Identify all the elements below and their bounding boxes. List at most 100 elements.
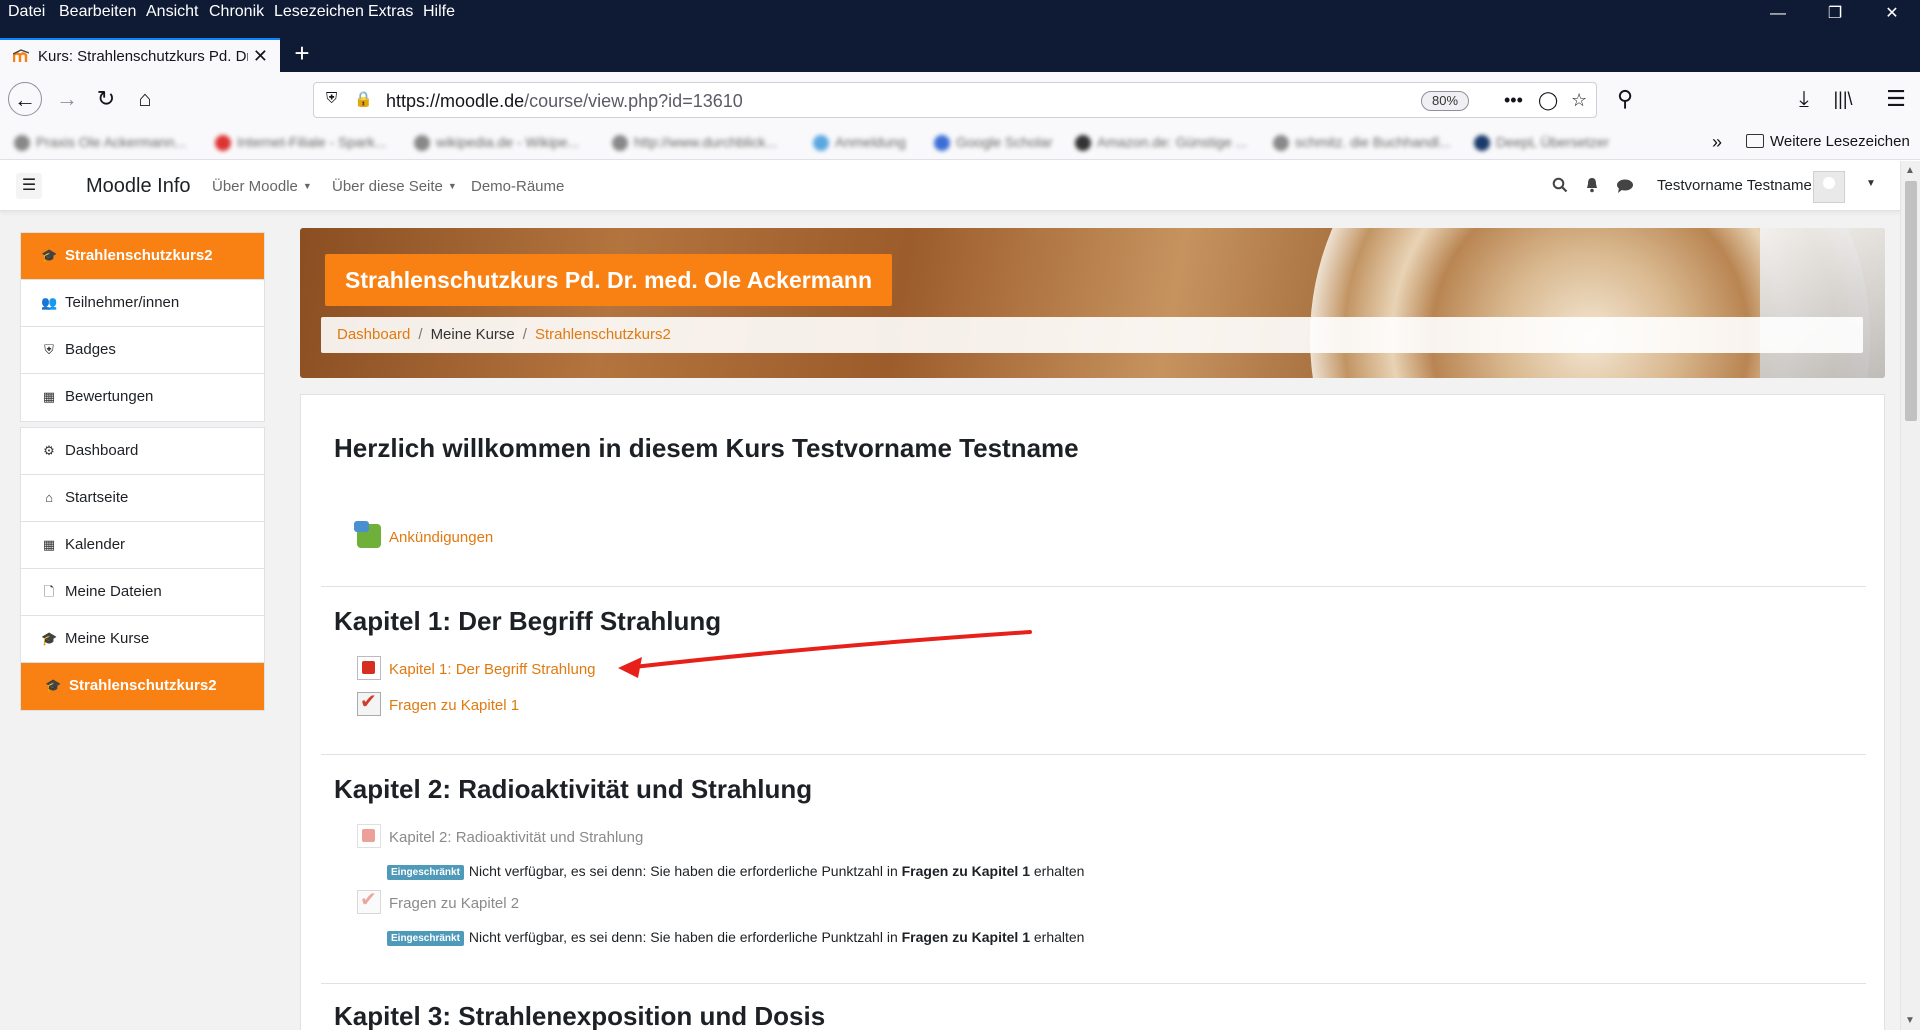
bookmark-item[interactable]: wikipedia.de - Wikipe... (414, 134, 579, 152)
bookmark-item[interactable]: Praxis Ole Ackermann... (14, 134, 186, 152)
bookmark-item[interactable]: Amazon.de: Günstige ... (1075, 134, 1247, 152)
tab-active[interactable]: Kurs: Strahlenschutzkurs Pd. Dr. med. Ol… (0, 38, 280, 72)
pdf-icon (357, 656, 381, 680)
breadcrumb: Dashboard / Meine Kurse / Strahlenschutzkurs… (321, 317, 1863, 353)
section-divider (321, 586, 1866, 587)
course-title: Strahlenschutzkurs Pd. Dr. med. Ole Acke… (325, 254, 893, 306)
search-icon[interactable]: ⚲ (1608, 82, 1642, 116)
folder-icon (1746, 134, 1764, 148)
site-name[interactable]: Moodle Info (86, 175, 191, 198)
home-icon: ⌂ (45, 490, 53, 505)
bookmark-item[interactable]: http://www.durchblick... (612, 134, 777, 152)
file-icon: 🗋 (43, 584, 55, 599)
zoom-level[interactable]: 80% (1421, 91, 1469, 111)
course-header: Strahlenschutzkurs Pd. Dr. med. Ole Acke… (300, 228, 1885, 378)
menu-ueber-diese-seite[interactable]: Über diese Seite ▼ (332, 178, 457, 195)
browser-tabbar: Kurs: Strahlenschutzkurs Pd. Dr. med. Ol… (0, 26, 1920, 72)
sidebar-item-participants[interactable]: 👥 Teilnehmer/innen (21, 280, 264, 327)
lock-icon[interactable]: 🔒 (354, 90, 373, 108)
quiz-checkmark-icon (357, 887, 381, 914)
section-title: Kapitel 3: Strahlenexposition und Dosis (334, 1001, 826, 1030)
app-menu-icon[interactable]: ☰ (1879, 82, 1913, 116)
shield-icon[interactable]: ⛨ (326, 90, 337, 107)
menu-bearbeiten[interactable]: Bearbeiten (59, 3, 136, 21)
sidebar-item-files[interactable]: 🗋 Meine Dateien (21, 569, 264, 616)
avatar[interactable] (1813, 171, 1845, 203)
scroll-down-icon[interactable]: ▼ (1905, 1015, 1915, 1026)
back-icon[interactable]: ← (8, 82, 42, 116)
sidebar-item-badges[interactable]: ⛨ Badges (21, 327, 264, 374)
header-background-image (1760, 228, 1885, 378)
users-icon: 👥 (41, 295, 58, 310)
home-icon[interactable]: ⌂ (128, 82, 162, 116)
hamburger-menu-icon[interactable]: ☰ (16, 173, 42, 199)
star-bookmark-icon[interactable]: ☆ (1571, 90, 1587, 111)
sidebar-item-course[interactable]: 🎓 Strahlenschutzkurs2 (21, 233, 264, 280)
scrollbar-thumb[interactable] (1905, 181, 1917, 421)
section-title: Kapitel 2: Radioaktivität und Strahlung (334, 774, 813, 804)
bell-icon[interactable] (1584, 177, 1600, 193)
chevron-down-icon[interactable]: ▼ (1866, 178, 1876, 189)
chat-icon[interactable] (1616, 178, 1634, 194)
course-content: Herzlich willkommen in diesem Kurs Testv… (300, 394, 1885, 1030)
bookmark-item[interactable]: Internet-Filiale - Spark... (215, 134, 386, 152)
restore-icon[interactable]: ❐ (1825, 4, 1845, 24)
bookmarks-folder[interactable]: Weitere Lesezeichen (1746, 133, 1910, 150)
breadcrumb-course[interactable]: Strahlenschutzkurs2 (535, 326, 671, 343)
table-icon: ▦ (42, 389, 56, 404)
restricted-badge: Eingeschränkt (387, 931, 464, 946)
sidebar-item-current-course[interactable]: 🎓 Strahlenschutzkurs2 (21, 663, 264, 710)
more-actions-icon[interactable]: ••• (1504, 90, 1523, 111)
forward-icon[interactable]: → (50, 82, 84, 116)
moodle-favicon-icon (13, 49, 29, 62)
new-tab-icon[interactable]: + (288, 40, 316, 68)
dashboard-icon: ⚙ (43, 443, 55, 458)
graduation-cap-icon: 🎓 (45, 678, 62, 693)
menu-ansicht[interactable]: Ansicht (146, 3, 198, 21)
minimize-icon[interactable]: — (1768, 4, 1788, 24)
menu-ueber-moodle[interactable]: Über Moodle ▼ (212, 178, 312, 195)
library-icon[interactable]: |||\ (1826, 82, 1860, 116)
url-text[interactable]: https://moodle.de/course/view.php?id=136… (386, 91, 743, 112)
menu-demo-raeume[interactable]: Demo-Räume (471, 178, 564, 195)
sidebar: 🎓 Strahlenschutzkurs2 👥 Teilnehmer/innen ⛨… (20, 232, 265, 716)
close-window-icon[interactable]: ✕ (1882, 4, 1902, 24)
forum-icon (354, 521, 381, 548)
sidebar-item-calendar[interactable]: ▦ Kalender (21, 522, 264, 569)
user-name[interactable]: Testvorname Testname (1657, 177, 1812, 194)
chevron-down-icon: ▼ (302, 181, 312, 191)
restriction-note: Eingeschränkt Nicht verfügbar, es sei den… (387, 929, 1084, 946)
moodle-page: ☰ Moodle Info Über Moodle ▼ Über diese Se… (0, 161, 1900, 1030)
restricted-badge: Eingeschränkt (387, 865, 464, 880)
pocket-icon[interactable]: ◯ (1538, 90, 1558, 111)
breadcrumb-dashboard[interactable]: Dashboard (337, 326, 410, 343)
page-scrollbar[interactable]: ▲ ▼ (1900, 161, 1920, 1030)
bookmark-item[interactable]: DeepL Übersetzer (1474, 134, 1609, 152)
sidebar-item-home[interactable]: ⌂ Startseite (21, 475, 264, 522)
calendar-icon: ▦ (42, 537, 56, 552)
browser-menubar: Datei Bearbeiten Ansicht Chronik Lesezei… (0, 0, 1920, 26)
menu-chronik[interactable]: Chronik (209, 3, 264, 21)
sidebar-item-grades[interactable]: ▦ Bewertungen (21, 374, 264, 421)
bookmarks-overflow-icon[interactable]: » (1712, 132, 1722, 153)
sidebar-site-group: ⚙ Dashboard ⌂ Startseite ▦ Kalender 🗋 Meine … (20, 427, 265, 711)
search-icon[interactable] (1552, 177, 1568, 193)
url-bar[interactable]: ⛨ 🔒 https://moodle.de/course/view.php?id… (313, 82, 1597, 118)
tab-close-icon[interactable]: ✕ (253, 46, 268, 67)
bookmark-item[interactable]: schmitz. die Buchhandl... (1273, 134, 1451, 152)
menu-extras[interactable]: Extras (368, 3, 413, 21)
bookmark-item[interactable]: Anmeldung (813, 134, 906, 152)
welcome-heading: Herzlich willkommen in diesem Kurs Testv… (334, 433, 1079, 463)
sidebar-item-dashboard[interactable]: ⚙ Dashboard (21, 428, 264, 475)
reload-icon[interactable]: ↻ (89, 82, 123, 116)
menu-datei[interactable]: Datei (8, 3, 45, 21)
download-icon[interactable]: ⤓ (1787, 82, 1821, 116)
shield-icon: ⛨ (44, 342, 54, 357)
scroll-up-icon[interactable]: ▲ (1905, 165, 1915, 176)
sidebar-item-my-courses[interactable]: 🎓 Meine Kurse (21, 616, 264, 663)
chevron-down-icon: ▼ (447, 181, 457, 191)
pdf-icon (357, 824, 381, 848)
menu-hilfe[interactable]: Hilfe (423, 3, 455, 21)
menu-lesezeichen[interactable]: Lesezeichen (274, 3, 364, 21)
bookmark-item[interactable]: Google Scholar (934, 134, 1053, 152)
